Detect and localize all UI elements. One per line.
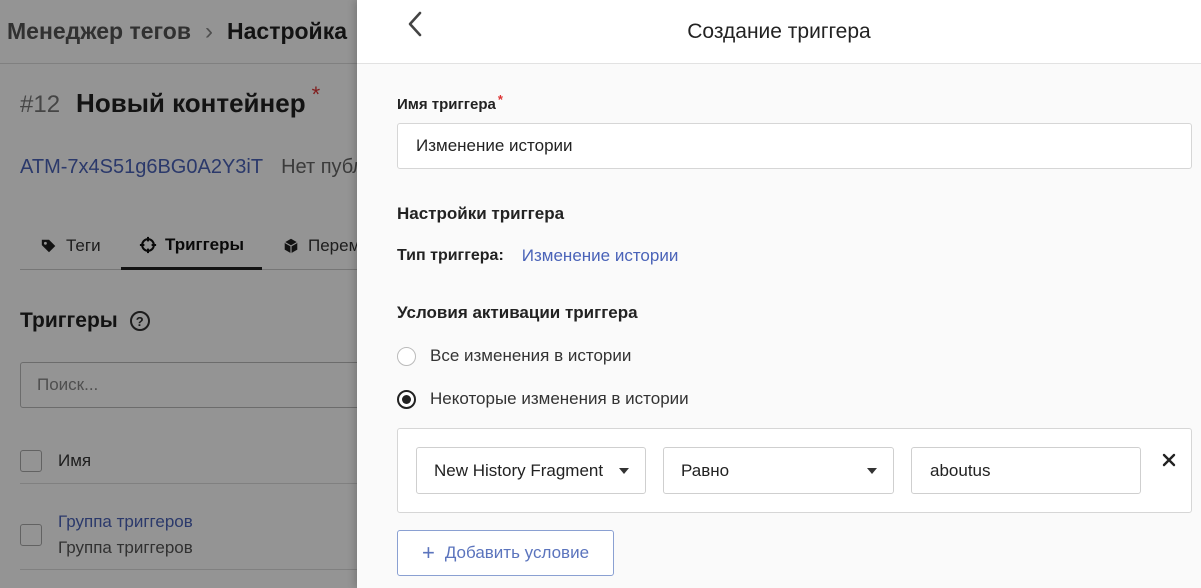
caret-down-icon xyxy=(619,468,629,474)
variable-select-value: New History Fragment xyxy=(434,460,604,480)
remove-condition-button[interactable] xyxy=(1160,451,1178,469)
create-trigger-drawer: Создание триггера Имя триггера* Настройк… xyxy=(357,0,1201,588)
operator-select-value: Равно xyxy=(681,460,730,480)
trigger-type-key: Тип триггера: xyxy=(397,247,504,264)
required-mark: * xyxy=(497,92,503,107)
trigger-settings-title: Настройки триггера xyxy=(397,204,565,223)
back-button[interactable] xyxy=(401,10,429,38)
close-icon xyxy=(1162,453,1176,467)
plus-icon: + xyxy=(421,540,435,565)
chevron-left-icon xyxy=(408,11,422,37)
operator-select[interactable]: Равно xyxy=(663,447,894,494)
variable-select[interactable]: New History Fragment xyxy=(416,447,646,494)
condition-row: New History Fragment Равно xyxy=(397,428,1192,513)
radio-all-changes-control[interactable] xyxy=(397,346,416,366)
trigger-name-input[interactable] xyxy=(397,123,1192,169)
add-condition-button[interactable]: + Добавить условие xyxy=(397,530,614,576)
drawer-title: Создание триггера xyxy=(687,19,871,43)
radio-some-changes-label: Некоторые изменения в истории xyxy=(430,389,689,408)
activation-conditions-title: Условия активации триггера xyxy=(397,303,638,322)
caret-down-icon xyxy=(867,468,877,474)
drawer-body: Имя триггера* Настройки триггера Тип три… xyxy=(357,64,1201,588)
radio-some-changes-control[interactable] xyxy=(397,389,416,409)
radio-all-changes[interactable]: Все изменения в истории xyxy=(397,346,631,366)
trigger-type-row: Тип триггера: Изменение истории xyxy=(397,246,678,266)
radio-some-changes[interactable]: Некоторые изменения в истории xyxy=(397,389,689,409)
trigger-type-link[interactable]: Изменение истории xyxy=(522,246,679,266)
radio-all-changes-label: Все изменения в истории xyxy=(430,346,632,365)
trigger-name-label: Имя триггера * xyxy=(397,92,503,113)
condition-value-input[interactable] xyxy=(911,447,1141,494)
add-condition-label: Добавить условие xyxy=(444,543,590,562)
trigger-name-label-text: Имя триггера xyxy=(397,96,496,113)
drawer-header: Создание триггера xyxy=(357,0,1201,64)
